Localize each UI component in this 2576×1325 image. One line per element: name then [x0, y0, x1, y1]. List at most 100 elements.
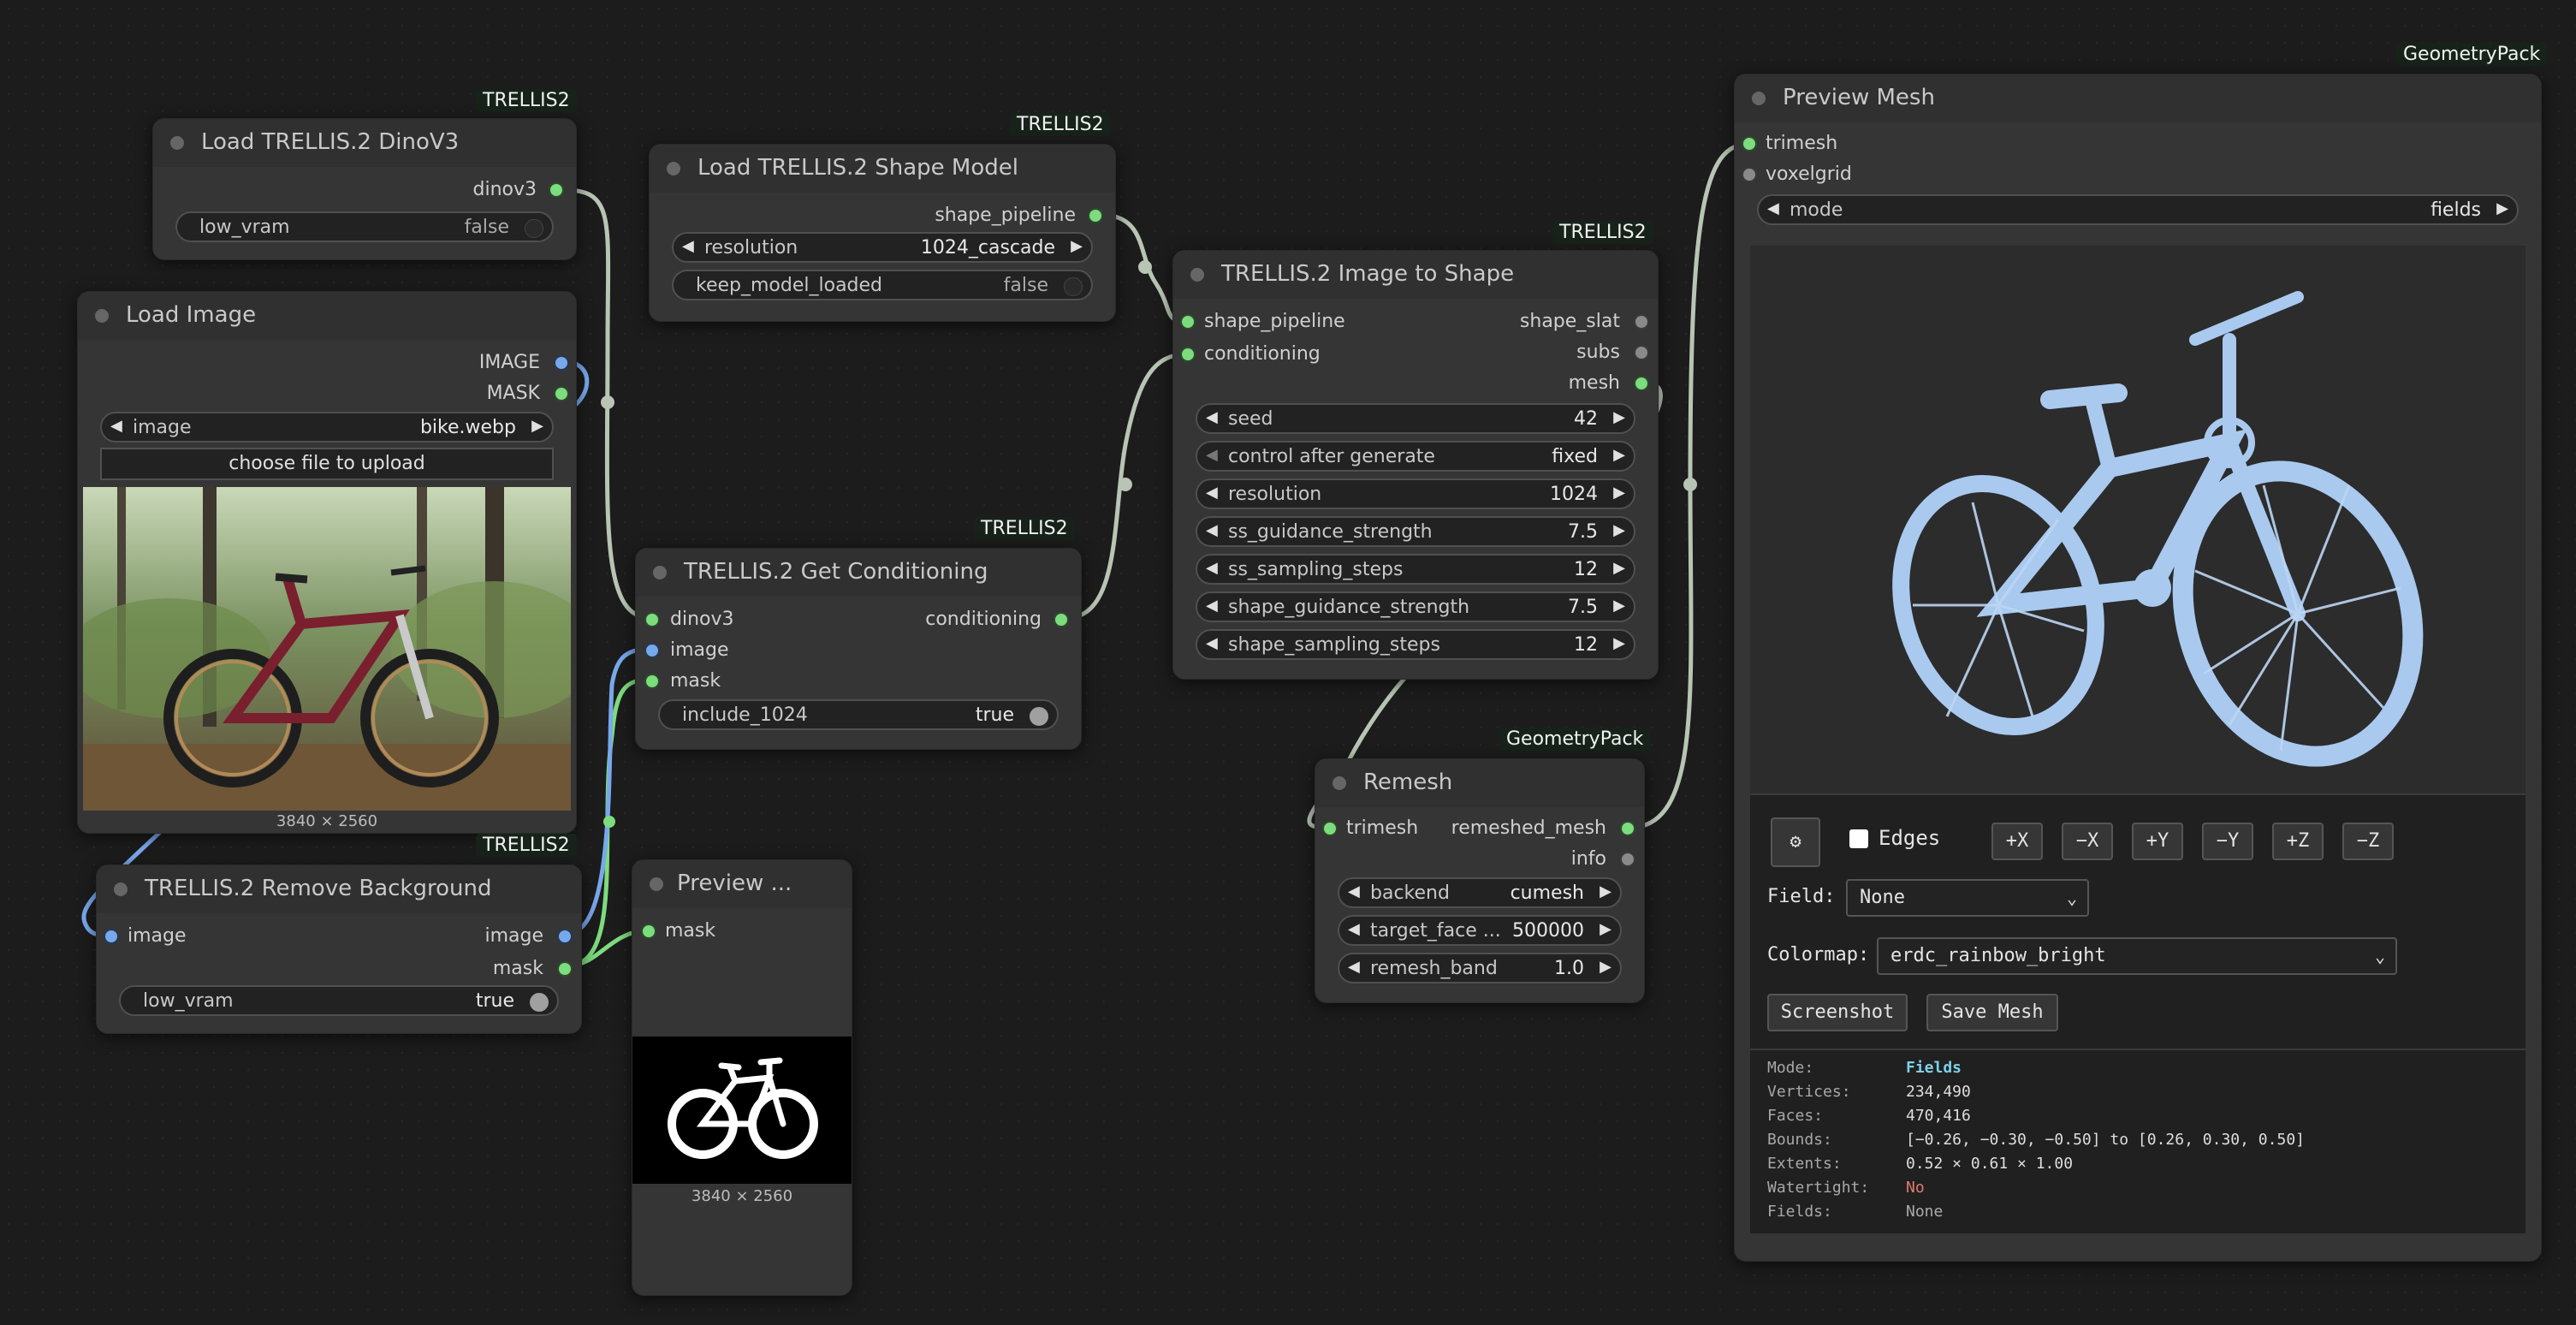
mode-widget[interactable]: ◀ mode fields ▶: [1757, 194, 2519, 225]
colormap-select[interactable]: erdc_rainbow_bright ⌄: [1877, 937, 2397, 975]
input-mask-port[interactable]: [646, 675, 658, 687]
output-mesh-port[interactable]: [1635, 377, 1647, 389]
axis-minus-x-button[interactable]: −X: [2062, 823, 2113, 860]
edges-checkbox[interactable]: [1849, 829, 1868, 848]
arrow-right-icon[interactable]: ▶: [1613, 408, 1625, 426]
node-remesh[interactable]: Remesh trimesh remeshed_mesh info ◀ back…: [1315, 758, 1645, 1003]
output-subs-port[interactable]: [1635, 347, 1647, 359]
arrow-left-icon[interactable]: ◀: [1348, 882, 1360, 900]
axis-minus-y-button[interactable]: −Y: [2202, 823, 2253, 860]
resolution-select-widget[interactable]: ◀ resolution 1024_cascade ▶: [672, 232, 1093, 263]
arrow-right-icon[interactable]: ▶: [1613, 597, 1625, 615]
choose-file-button[interactable]: choose file to upload: [100, 448, 554, 480]
arrow-right-icon[interactable]: ▶: [1071, 237, 1083, 255]
axis-plus-x-button[interactable]: +X: [1991, 823, 2043, 860]
arrow-right-icon[interactable]: ▶: [1613, 634, 1625, 652]
save-mesh-button[interactable]: Save Mesh: [1926, 994, 2058, 1031]
arrow-right-icon[interactable]: ▶: [1600, 882, 1611, 900]
shape-guidance-strength-widget[interactable]: ◀ shape_guidance_strength 7.5 ▶: [1196, 591, 1635, 622]
output-mask-port[interactable]: [555, 388, 567, 400]
node-collapse-dot[interactable]: [653, 566, 667, 579]
control-after-generate-widget[interactable]: ◀ control after generate fixed ▶: [1196, 441, 1635, 472]
arrow-left-icon[interactable]: ◀: [1206, 634, 1218, 652]
arrow-right-icon[interactable]: ▶: [1613, 484, 1625, 502]
arrow-right-icon[interactable]: ▶: [2496, 199, 2508, 217]
node-collapse-dot[interactable]: [1190, 268, 1204, 282]
node-collapse-dot[interactable]: [650, 877, 663, 891]
node-collapse-dot[interactable]: [170, 136, 184, 150]
output-shape-pipeline-port[interactable]: [1089, 210, 1101, 222]
arrow-right-icon[interactable]: ▶: [531, 417, 543, 435]
arrow-left-icon[interactable]: ◀: [1206, 408, 1218, 426]
output-image-port[interactable]: [555, 357, 567, 369]
input-dinov3-port[interactable]: [646, 614, 658, 626]
stat-extents-value: 0.52 × 0.61 × 1.00: [1906, 1155, 2074, 1173]
arrow-right-icon[interactable]: ▶: [1613, 559, 1625, 577]
3d-viewport[interactable]: [1750, 246, 2526, 793]
input-voxelgrid-port[interactable]: [1743, 169, 1755, 181]
output-shape-slat-port[interactable]: [1635, 316, 1647, 328]
arrow-right-icon[interactable]: ▶: [1600, 920, 1611, 938]
backend-widget[interactable]: ◀ backend cumesh ▶: [1338, 877, 1622, 908]
output-conditioning-port[interactable]: [1055, 614, 1067, 626]
input-conditioning-port[interactable]: [1182, 348, 1194, 360]
node-collapse-dot[interactable]: [667, 162, 680, 175]
axis-minus-z-button[interactable]: −Z: [2342, 823, 2394, 860]
output-info-port[interactable]: [1622, 853, 1634, 865]
arrow-left-icon[interactable]: ◀: [1206, 559, 1218, 577]
node-collapse-dot[interactable]: [95, 309, 109, 323]
resolution-widget[interactable]: ◀ resolution 1024 ▶: [1196, 478, 1635, 509]
node-preview-image[interactable]: Preview ... mask 3840 × 2560: [632, 859, 852, 1296]
arrow-left-icon[interactable]: ◀: [1206, 484, 1218, 502]
remesh-band-widget[interactable]: ◀ remesh_band 1.0 ▶: [1338, 953, 1622, 983]
divider: [1750, 1049, 2526, 1050]
input-image-port[interactable]: [105, 930, 117, 942]
stat-faces-value: 470,416: [1906, 1107, 1971, 1125]
arrow-left-icon[interactable]: ◀: [1206, 597, 1218, 615]
arrow-left-icon[interactable]: ◀: [1348, 958, 1360, 976]
output-dinov3-port[interactable]: [550, 184, 562, 196]
field-select[interactable]: None ⌄: [1846, 879, 2089, 917]
arrow-right-icon[interactable]: ▶: [1600, 958, 1611, 976]
node-load-image[interactable]: Load Image IMAGE MASK ◀ image bike.webp …: [77, 291, 577, 834]
low-vram-toggle[interactable]: low_vram true: [119, 985, 559, 1016]
low-vram-toggle[interactable]: low_vram false: [175, 211, 554, 242]
node-load-dinov3[interactable]: Load TRELLIS.2 DinoV3 dinov3 low_vram fa…: [152, 118, 577, 260]
input-shape-pipeline-port[interactable]: [1182, 316, 1194, 328]
arrow-left-icon[interactable]: ◀: [682, 237, 694, 255]
screenshot-button[interactable]: Screenshot: [1767, 994, 1908, 1031]
arrow-right-icon[interactable]: ▶: [1613, 521, 1625, 539]
output-image-port[interactable]: [559, 930, 571, 942]
keep-model-loaded-toggle[interactable]: keep_model_loaded false: [672, 270, 1093, 300]
input-image-port[interactable]: [646, 645, 658, 657]
arrow-left-icon[interactable]: ◀: [1206, 521, 1218, 539]
include-1024-toggle[interactable]: include_1024 true: [658, 699, 1059, 730]
arrow-left-icon[interactable]: ◀: [1767, 199, 1779, 217]
arrow-left-icon[interactable]: ◀: [1206, 446, 1218, 464]
axis-plus-y-button[interactable]: +Y: [2132, 823, 2183, 860]
target-face-widget[interactable]: ◀ target_face ... 500000 ▶: [1338, 915, 1622, 946]
node-remove-background[interactable]: TRELLIS.2 Remove Background image image …: [96, 865, 582, 1034]
input-trimesh-port[interactable]: [1324, 823, 1336, 835]
axis-plus-z-button[interactable]: +Z: [2272, 823, 2324, 860]
output-mask-port[interactable]: [559, 963, 571, 975]
node-load-shape-model[interactable]: Load TRELLIS.2 Shape Model shape_pipelin…: [649, 144, 1116, 322]
input-mask-port[interactable]: [643, 925, 655, 937]
ss-sampling-steps-widget[interactable]: ◀ ss_sampling_steps 12 ▶: [1196, 554, 1635, 585]
node-collapse-dot[interactable]: [114, 882, 128, 896]
node-collapse-dot[interactable]: [1752, 92, 1766, 105]
node-collapse-dot[interactable]: [1333, 776, 1346, 790]
shape-sampling-steps-widget[interactable]: ◀ shape_sampling_steps 12 ▶: [1196, 629, 1635, 660]
node-image-to-shape[interactable]: TRELLIS.2 Image to Shape shape_pipeline …: [1172, 250, 1659, 680]
image-select-widget[interactable]: ◀ image bike.webp ▶: [100, 412, 554, 443]
input-trimesh-port[interactable]: [1743, 138, 1755, 150]
arrow-left-icon[interactable]: ◀: [1348, 920, 1360, 938]
arrow-right-icon[interactable]: ▶: [1613, 446, 1625, 464]
ss-guidance-strength-widget[interactable]: ◀ ss_guidance_strength 7.5 ▶: [1196, 516, 1635, 547]
node-preview-mesh[interactable]: Preview Mesh trimesh voxelgrid ◀ mode fi…: [1734, 74, 2542, 1262]
node-get-conditioning[interactable]: TRELLIS.2 Get Conditioning dinov3 image …: [635, 548, 1082, 750]
seed-widget[interactable]: ◀ seed 42 ▶: [1196, 403, 1635, 434]
output-remeshed-mesh-port[interactable]: [1622, 823, 1634, 835]
gear-icon[interactable]: ⚙: [1771, 817, 1820, 867]
arrow-left-icon[interactable]: ◀: [110, 417, 122, 435]
